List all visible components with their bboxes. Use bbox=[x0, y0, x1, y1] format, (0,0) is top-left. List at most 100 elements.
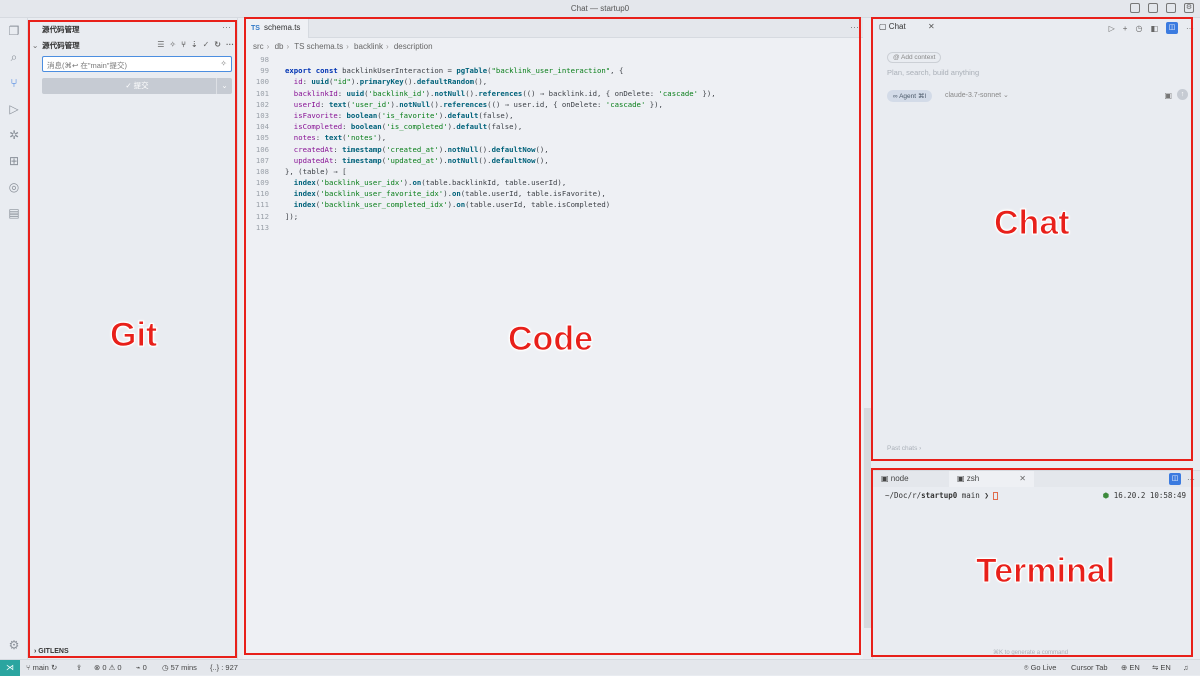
breadcrumb-property[interactable]: description bbox=[394, 42, 433, 51]
status-bar: ⋊ ⑂ main ↻ ⇪ ⊗ 0 ⚠ 0 ⌁ 0 ◷ 57 mins {..} … bbox=[0, 659, 1200, 676]
code-line[interactable]: 98 bbox=[243, 54, 863, 65]
toggle-secondary-sidebar-icon[interactable] bbox=[1166, 3, 1176, 13]
search-icon[interactable]: ⌕ bbox=[7, 50, 21, 64]
chat-history-icon[interactable]: ▤ bbox=[7, 206, 21, 220]
cursor-tab-button[interactable]: Cursor Tab bbox=[1071, 663, 1108, 672]
source-control-icon[interactable]: ⑂ bbox=[7, 76, 21, 90]
breadcrumb-src[interactable]: src bbox=[253, 42, 264, 51]
code-line[interactable]: 106 createdAt: timestamp('created_at').n… bbox=[243, 144, 863, 155]
terminal-more-icon[interactable]: ··· bbox=[1187, 475, 1195, 484]
publish-icon[interactable]: ⇪ bbox=[76, 663, 82, 672]
model-label: claude-3.7-sonnet bbox=[945, 92, 1002, 99]
code-line[interactable]: 103 isFavorite: boolean('is_favorite').d… bbox=[243, 110, 863, 121]
debug-bug-icon[interactable]: ✲ bbox=[7, 128, 21, 142]
close-icon[interactable]: ✕ bbox=[928, 22, 935, 31]
commit-check-icon[interactable]: ✓ bbox=[203, 40, 210, 49]
commit-dropdown-chevron-icon[interactable]: ⌄ bbox=[216, 78, 232, 94]
input-language-indicator[interactable]: ⇋ EN bbox=[1152, 663, 1171, 672]
editor-scrollbar[interactable] bbox=[864, 408, 871, 628]
typescript-icon: TS bbox=[251, 25, 260, 32]
run-debug-icon[interactable]: ▷ bbox=[7, 102, 21, 116]
terminal-prompt[interactable]: ~/Doc/r/startup0 main ❯ bbox=[885, 491, 999, 500]
prompt-directory: startup0 bbox=[921, 491, 958, 500]
commit-button[interactable]: ✓ 提交 ⌄ bbox=[42, 78, 232, 94]
code-text: isFavorite: boolean('is_favorite').defau… bbox=[293, 110, 514, 120]
code-line[interactable]: 113 bbox=[243, 222, 863, 233]
maximize-panel-icon[interactable]: ◫ bbox=[1169, 473, 1181, 485]
history-icon[interactable]: ◷ bbox=[1135, 24, 1142, 33]
chat-tab-label: Chat bbox=[888, 22, 906, 31]
remote-indicator-icon[interactable]: ⋊ bbox=[0, 660, 20, 676]
session-time[interactable]: ◷ 57 mins bbox=[162, 663, 197, 672]
code-line[interactable]: 102 userId: text('user_id').notNull().re… bbox=[243, 99, 863, 110]
sidebar-more-icon[interactable]: ··· bbox=[222, 22, 231, 32]
commit-message-input[interactable]: 消息(⌘↩ 在"main"提交) ✧ bbox=[42, 56, 232, 72]
settings-gear-icon[interactable]: ⚙ bbox=[1184, 3, 1194, 13]
remote-explorer-icon[interactable]: ◎ bbox=[7, 180, 21, 194]
add-context-button[interactable]: @ Add context bbox=[887, 52, 942, 63]
line-number: 110 bbox=[255, 189, 269, 199]
model-selector[interactable]: claude-3.7-sonnet ⌄ bbox=[945, 91, 1009, 99]
extensions-icon[interactable]: ⊞ bbox=[7, 154, 21, 168]
tab-chat[interactable]: ▢ Chat ✕ bbox=[879, 22, 935, 31]
nodejs-icon: ⬢ bbox=[1102, 491, 1110, 500]
close-icon[interactable]: ✕ bbox=[1019, 474, 1026, 483]
chat-more-icon[interactable]: ··· bbox=[1186, 24, 1194, 33]
language-indicator[interactable]: ⊕ EN bbox=[1121, 663, 1140, 672]
sidebar-title: 源代码管理 bbox=[42, 25, 80, 34]
tab-schema-ts[interactable]: TS schema.ts bbox=[243, 18, 310, 38]
braces-indicator[interactable]: {..} : 927 bbox=[210, 663, 238, 672]
terminal-tab-node[interactable]: ▣ node bbox=[873, 471, 917, 487]
branch-indicator[interactable]: ⑂ main ↻ bbox=[26, 663, 57, 672]
send-arrow-icon[interactable]: ↑ bbox=[1177, 89, 1188, 100]
code-line[interactable]: 99 export const backlinkUserInteraction =… bbox=[243, 65, 863, 76]
code-line[interactable]: 107 updatedAt: timestamp('updated_at').n… bbox=[243, 155, 863, 166]
toggle-panel-icon[interactable]: ◧ bbox=[1150, 24, 1158, 33]
code-line[interactable]: 110 index('backlink_user_favorite_idx').… bbox=[243, 188, 863, 199]
breadcrumb-symbol[interactable]: backlink bbox=[354, 42, 383, 51]
code-region-label: Code bbox=[508, 320, 594, 359]
code-line[interactable]: 108}, (table) ⇒ [ bbox=[243, 166, 863, 177]
scm-more-icon[interactable]: ··· bbox=[226, 40, 234, 49]
run-icon[interactable]: ▷ bbox=[1109, 24, 1115, 33]
notifications-bell-icon[interactable]: ♫ bbox=[1183, 663, 1189, 672]
explorer-icon[interactable]: ❐ bbox=[7, 24, 21, 38]
new-chat-plus-icon[interactable]: + bbox=[1123, 24, 1128, 33]
past-chats-link[interactable]: Past chats › bbox=[887, 445, 921, 452]
manage-gear-icon[interactable]: ⚙ bbox=[7, 638, 21, 652]
code-line[interactable]: 100 id: uuid("id").primaryKey().defaultR… bbox=[243, 76, 863, 87]
chat-input[interactable]: Plan, search, build anything bbox=[887, 68, 979, 77]
ports-indicator[interactable]: ⌁ 0 bbox=[136, 663, 147, 672]
node-version: 16.20.2 bbox=[1113, 491, 1146, 500]
refresh-icon[interactable]: ↻ bbox=[214, 40, 221, 49]
code-line[interactable]: 111 index('backlink_user_completed_idx')… bbox=[243, 199, 863, 210]
toggle-panel-icon[interactable] bbox=[1148, 3, 1158, 13]
agent-toggle-icon[interactable]: ◫ bbox=[1166, 22, 1178, 34]
scm-section-header[interactable]: ⌄ 源代码管理 ☰ ✧ ⑂ ⇣ ✓ ↻ ··· bbox=[32, 40, 234, 52]
code-line[interactable]: 109 index('backlink_user_idx').on(table.… bbox=[243, 177, 863, 188]
problems-indicator[interactable]: ⊗ 0 ⚠ 0 bbox=[94, 663, 122, 672]
code-line[interactable]: 105 notes: text('notes'), bbox=[243, 132, 863, 143]
code-line[interactable]: 101 backlinkId: uuid('backlink_id').notN… bbox=[243, 88, 863, 99]
breadcrumb-db[interactable]: db bbox=[275, 42, 284, 51]
editor-more-icon[interactable]: ··· bbox=[850, 22, 859, 32]
branch-name: main bbox=[32, 663, 49, 672]
code-line[interactable]: 112]); bbox=[243, 211, 863, 222]
go-live-button[interactable]: ⌾ Go Live bbox=[1024, 663, 1056, 673]
ai-sparkle-icon[interactable]: ✧ bbox=[169, 40, 176, 49]
fetch-icon[interactable]: ⇣ bbox=[191, 40, 198, 49]
code-area[interactable]: 98 99 export const backlinkUserInteraction… bbox=[243, 54, 863, 233]
scm-section-label: 源代码管理 bbox=[42, 41, 80, 50]
code-line[interactable]: 104 isCompleted: boolean('is_completed')… bbox=[243, 121, 863, 132]
generate-message-sparkle-icon[interactable]: ✧ bbox=[220, 59, 227, 68]
terminal-tab-zsh[interactable]: ▣ zsh ✕ bbox=[949, 471, 1034, 487]
view-as-list-icon[interactable]: ☰ bbox=[157, 40, 164, 49]
line-number: 105 bbox=[255, 133, 269, 143]
agent-mode-selector[interactable]: ∞ Agent ⌘I bbox=[887, 90, 933, 102]
breadcrumb-file[interactable]: TS schema.ts bbox=[294, 42, 343, 51]
toggle-sidebar-icon[interactable] bbox=[1130, 3, 1140, 13]
code-text: index('backlink_user_favorite_idx').on(t… bbox=[293, 189, 606, 199]
gitlens-section-header[interactable]: › GITLENS bbox=[34, 648, 69, 655]
branch-icon[interactable]: ⑂ bbox=[181, 40, 186, 49]
image-upload-icon[interactable]: ▣ bbox=[1164, 91, 1172, 100]
